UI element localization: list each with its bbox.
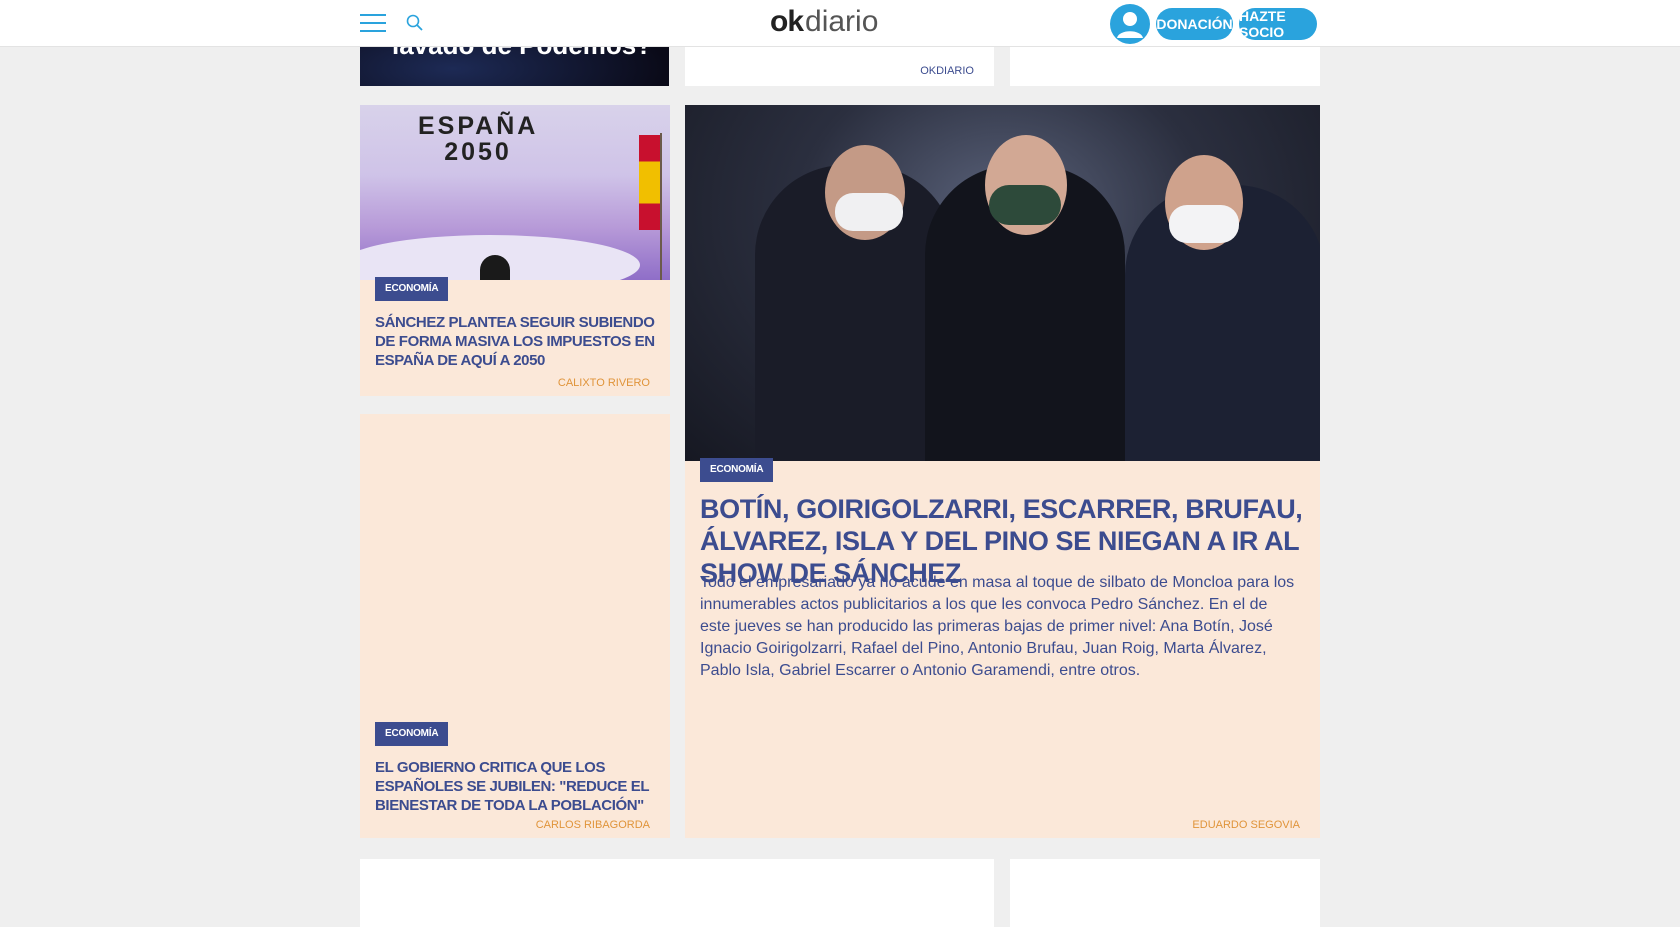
bottom-left-card[interactable] xyxy=(360,859,994,927)
bottom-right-card[interactable] xyxy=(1010,859,1320,927)
article-title[interactable]: EL GOBIERNO CRITICA QUE LOS ESPAÑOLES SE… xyxy=(375,758,660,815)
article-title[interactable]: SÁNCHEZ PLANTEA SEGUIR SUBIENDO DE FORMA… xyxy=(375,313,655,370)
featured-article-card[interactable]: ECONOMÍA BOTÍN, GOIRIGOLZARRI, ESCARRER,… xyxy=(685,105,1320,838)
article-author[interactable]: CALIXTO RIVERO xyxy=(558,377,650,389)
logo-diario: diario xyxy=(805,5,879,38)
flag-image xyxy=(639,135,661,230)
okdiario-logo[interactable]: ok diario xyxy=(770,5,878,39)
featured-article-image[interactable] xyxy=(685,105,1320,461)
flag-pole xyxy=(660,133,662,280)
image-sign-text: ESPAÑA 2050 xyxy=(418,112,539,166)
face-mask-right xyxy=(1169,205,1239,243)
header-inner: ok diario DONACIÓN HAZTE SOCIO xyxy=(360,0,1320,47)
article-card-2[interactable]: ECONOMÍA EL GOBIERNO CRITICA QUE LOS ESP… xyxy=(360,414,670,838)
face-mask-left xyxy=(835,193,903,231)
article-image-espana-2050[interactable]: ESPAÑA 2050 xyxy=(360,105,670,280)
article-author[interactable]: CARLOS RIBAGORDA xyxy=(536,819,650,831)
category-tag[interactable]: ECONOMÍA xyxy=(375,722,449,746)
category-tag[interactable]: ECONOMÍA xyxy=(375,277,449,301)
search-icon[interactable] xyxy=(404,12,426,34)
user-account-icon[interactable] xyxy=(1110,4,1150,44)
article-author[interactable]: EDUARDO SEGOVIA xyxy=(1192,819,1300,831)
face-mask-center xyxy=(989,185,1061,225)
donate-button[interactable]: DONACIÓN xyxy=(1156,8,1233,40)
hamburger-menu-icon[interactable] xyxy=(360,13,386,33)
article-author[interactable]: OKDIARIO xyxy=(920,65,974,77)
become-member-button[interactable]: HAZTE SOCIO xyxy=(1239,8,1317,40)
logo-ok: ok xyxy=(770,5,804,38)
person-silhouette xyxy=(480,255,510,280)
site-header: ok diario DONACIÓN HAZTE SOCIO xyxy=(0,0,1680,47)
article-card-1[interactable]: ESPAÑA 2050 ECONOMÍA SÁNCHEZ PLANTEA SEG… xyxy=(360,105,670,396)
article-summary: Todo el empresariado ya no acude en masa… xyxy=(700,574,1295,679)
category-tag[interactable]: ECONOMÍA xyxy=(700,458,774,482)
